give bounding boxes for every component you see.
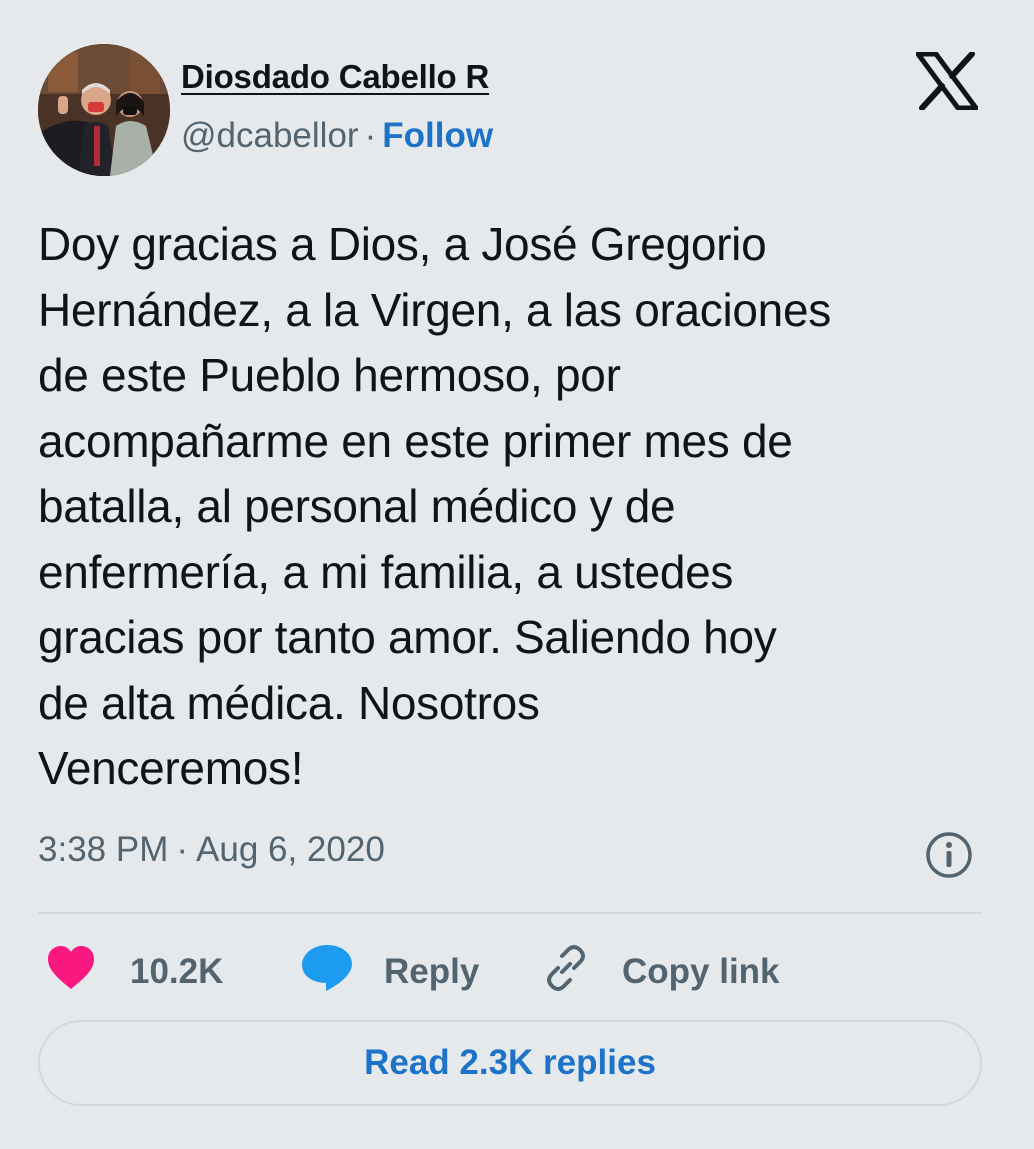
link-icon (540, 942, 592, 1003)
heart-icon (46, 945, 96, 1000)
timestamp-separator: · (176, 830, 189, 869)
follow-button[interactable]: Follow (382, 116, 493, 155)
reply-label: Reply (384, 952, 480, 991)
like-button[interactable]: 10.2K (46, 944, 223, 1000)
reply-bubble-icon (300, 943, 354, 1002)
copy-link-label: Copy link (622, 952, 780, 991)
tweet-time: 3:38 PM (38, 830, 169, 869)
meta-separator: · (364, 116, 377, 155)
like-count: 10.2K (130, 952, 224, 991)
author-meta: @dcabellor · Follow (181, 116, 493, 156)
x-logo-icon[interactable] (915, 51, 979, 111)
tweet-date: Aug 6, 2020 (196, 830, 385, 869)
tweet-card: Diosdado Cabello R @dcabellor · Follow Doy… (4, 8, 1026, 1147)
author-handle[interactable]: @dcabellor (181, 116, 359, 155)
avatar[interactable] (38, 44, 170, 176)
copy-link-button[interactable]: Copy link (540, 944, 780, 1000)
tweet-timestamp[interactable]: 3:38 PM · Aug 6, 2020 (38, 830, 385, 870)
read-replies-button[interactable]: Read 2.3K replies (38, 1020, 982, 1106)
tweet-text: Doy gracias a Dios, a José Gregorio Hern… (38, 218, 831, 794)
divider (38, 912, 982, 914)
author-name[interactable]: Diosdado Cabello R (181, 58, 489, 96)
info-icon[interactable] (924, 830, 974, 880)
reply-button[interactable]: Reply (300, 944, 479, 1000)
